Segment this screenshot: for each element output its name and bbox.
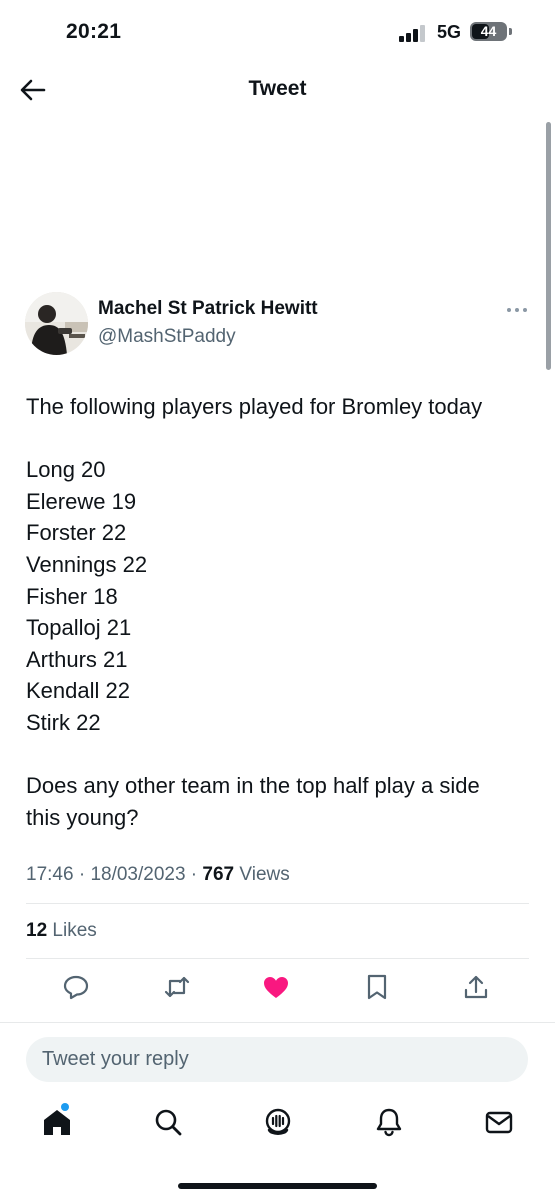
status-time: 20:21 — [66, 20, 122, 43]
player-line: Topalloj 21 — [26, 615, 132, 641]
tweet-meta: 17:46 · 18/03/2023 · 767 Views — [26, 864, 290, 885]
more-options-icon[interactable] — [505, 304, 529, 316]
page-title: Tweet — [248, 77, 307, 100]
header: Tweet — [0, 66, 555, 114]
notification-dot — [61, 1103, 69, 1111]
tweet-text: The following players played for Bromley… — [26, 391, 526, 833]
spaces-icon — [265, 1108, 291, 1135]
scrollbar[interactable] — [546, 122, 551, 370]
views-label: Views — [239, 864, 290, 885]
nav-search[interactable] — [152, 1106, 184, 1138]
nav-home[interactable] — [41, 1103, 73, 1138]
messages-icon — [485, 1111, 513, 1134]
tweet-date[interactable]: 18/03/2023 — [90, 864, 185, 885]
divider — [0, 1022, 555, 1023]
reply-input[interactable]: Tweet your reply — [26, 1037, 528, 1082]
bookmark-button[interactable] — [362, 972, 392, 1002]
share-button[interactable] — [461, 972, 491, 1002]
player-line: Forster 22 — [26, 520, 127, 546]
bookmark-icon — [367, 974, 387, 1000]
share-icon — [464, 975, 488, 999]
player-line: Vennings 22 — [26, 551, 148, 577]
likes-label: Likes — [52, 920, 97, 941]
search-icon — [155, 1109, 182, 1136]
tweet-question: Does any other team in the top half play… — [26, 773, 480, 830]
home-indicator[interactable] — [178, 1183, 377, 1189]
author-handle[interactable]: @MashStPaddy — [98, 326, 236, 348]
player-line: Long 20 — [26, 457, 106, 483]
divider — [26, 958, 529, 959]
views-count: 767 — [202, 864, 235, 885]
reply-button[interactable] — [61, 972, 91, 1002]
battery-level: 44 — [480, 23, 497, 39]
battery-nub — [509, 28, 512, 35]
nav-messages[interactable] — [483, 1106, 515, 1138]
status-bar: 20:21 5G 44 — [0, 0, 555, 66]
player-line: Elerewe 19 — [26, 488, 137, 514]
nav-spaces[interactable] — [262, 1106, 294, 1138]
divider — [26, 903, 529, 904]
tweet-intro: The following players played for Bromley… — [26, 394, 483, 419]
home-icon — [44, 1110, 70, 1135]
likes-count: 12 — [26, 920, 48, 941]
player-line: Fisher 18 — [26, 583, 118, 609]
like-button[interactable] — [261, 972, 291, 1002]
nav-notifications[interactable] — [373, 1106, 405, 1138]
player-line: Arthurs 21 — [26, 646, 128, 672]
network-type: 5G — [437, 22, 462, 42]
retweet-icon — [164, 976, 190, 998]
avatar-image — [25, 292, 88, 355]
battery-icon: 44 — [470, 22, 507, 41]
player-line: Kendall 22 — [26, 678, 130, 704]
likes-link[interactable]: 12 Likes — [26, 920, 97, 942]
tweet-time[interactable]: 17:46 — [26, 864, 74, 885]
author-name[interactable]: Machel St Patrick Hewitt — [98, 298, 318, 320]
avatar[interactable] — [25, 292, 88, 355]
like-icon — [264, 977, 288, 998]
reply-icon — [63, 975, 89, 1000]
player-line: Stirk 22 — [26, 709, 101, 735]
notifications-icon — [376, 1108, 402, 1137]
retweet-button[interactable] — [162, 972, 192, 1002]
signal-icon — [399, 25, 429, 42]
